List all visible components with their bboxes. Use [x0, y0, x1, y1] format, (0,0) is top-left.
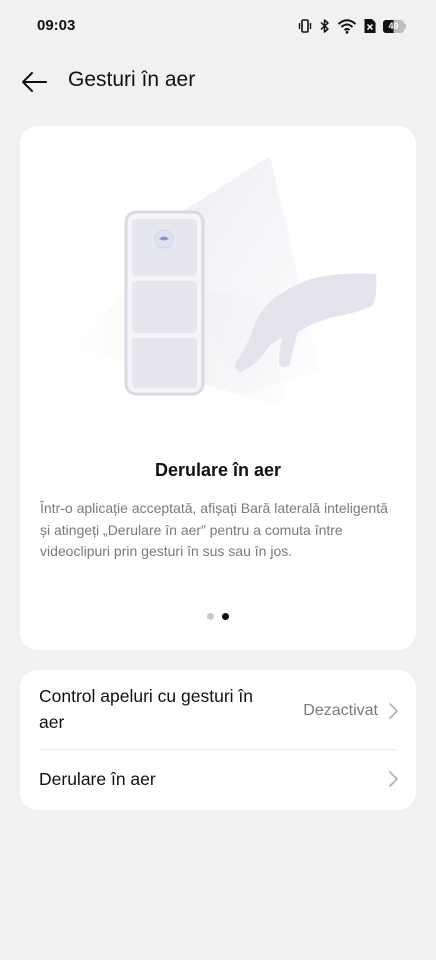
wifi-icon — [337, 18, 357, 34]
page-dot-1[interactable] — [207, 613, 214, 620]
feature-title: Derulare în aer — [154, 460, 282, 480]
status-time: 09:03 — [37, 17, 76, 34]
setting-label: Control apeluri cu gesturi în aer — [39, 686, 253, 732]
chevron-right-icon — [389, 703, 398, 719]
setting-value: Dezactivat — [303, 702, 378, 719]
chevron-right-icon — [389, 771, 398, 787]
vibrate-icon — [297, 18, 313, 34]
bluetooth-icon — [319, 18, 331, 34]
status-icons: 49 — [297, 16, 406, 36]
page-title: Gesturi în aer — [68, 68, 196, 91]
arrow-left-icon — [22, 72, 47, 92]
page-indicator[interactable] — [20, 613, 416, 620]
setting-label: Derulare în aer — [39, 769, 156, 789]
phone-and-hand-gesture-illustration — [70, 156, 377, 406]
feature-card[interactable]: Derulare în aer Într-o aplicație accepta… — [20, 126, 416, 650]
setting-call-control-gestures[interactable]: Control apeluri cu gesturi în aer Dezact… — [20, 670, 416, 749]
settings-list: Control apeluri cu gesturi în aer Dezact… — [20, 670, 416, 810]
app-header: Gesturi în aer — [0, 52, 436, 112]
setting-air-scroll[interactable]: Derulare în aer — [20, 749, 416, 810]
status-bar: 09:03 49 — [0, 0, 436, 52]
battery-level: 49 — [383, 19, 404, 33]
back-button[interactable] — [16, 64, 52, 100]
no-sim-icon — [363, 18, 377, 34]
feature-description: Într-o aplicație acceptată, afișați Bară… — [40, 500, 388, 559]
page-dot-2[interactable] — [222, 613, 229, 620]
battery-icon: 49 — [383, 19, 406, 33]
